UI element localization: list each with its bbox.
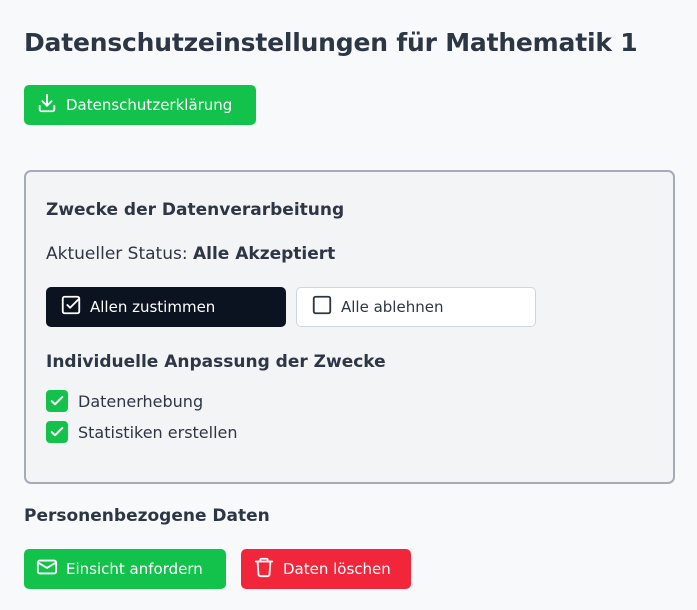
- purpose-label: Statistiken erstellen: [78, 422, 238, 442]
- checkbox-empty-icon: [311, 294, 333, 320]
- mail-icon: [36, 556, 58, 582]
- individual-purposes-heading: Individuelle Anpassung der Zwecke: [46, 352, 386, 372]
- current-status: Aktueller Status: Alle Akzeptiert: [46, 244, 335, 264]
- status-prefix: Aktueller Status:: [46, 244, 188, 264]
- purpose-checkbox-statistiken[interactable]: Statistiken erstellen: [46, 421, 238, 443]
- delete-data-label: Daten löschen: [283, 560, 391, 578]
- request-view-button[interactable]: Einsicht anfordern: [24, 549, 226, 589]
- check-icon: [46, 421, 68, 443]
- page-title: Datenschutzeinstellungen für Mathematik …: [24, 28, 638, 57]
- delete-data-button[interactable]: Daten löschen: [241, 549, 411, 589]
- purposes-panel: Zwecke der Datenverarbeitung Aktueller S…: [24, 170, 675, 484]
- personal-data-heading: Personenbezogene Daten: [24, 506, 270, 526]
- trash-icon: [253, 556, 275, 582]
- request-view-label: Einsicht anfordern: [66, 560, 203, 578]
- privacy-policy-button[interactable]: Datenschutzerklärung: [24, 85, 256, 125]
- purpose-checkbox-datenerhebung[interactable]: Datenerhebung: [46, 390, 203, 412]
- checkbox-checked-icon: [60, 294, 82, 320]
- purposes-heading: Zwecke der Datenverarbeitung: [46, 200, 345, 220]
- accept-all-label: Allen zustimmen: [90, 298, 216, 316]
- privacy-policy-label: Datenschutzerklärung: [66, 96, 233, 114]
- reject-all-button[interactable]: Alle ablehnen: [296, 287, 536, 327]
- accept-all-button[interactable]: Allen zustimmen: [46, 287, 286, 327]
- download-icon: [36, 92, 58, 118]
- purpose-label: Datenerhebung: [78, 391, 204, 411]
- reject-all-label: Alle ablehnen: [341, 298, 444, 316]
- check-icon: [46, 390, 68, 412]
- status-value: Alle Akzeptiert: [192, 244, 336, 264]
